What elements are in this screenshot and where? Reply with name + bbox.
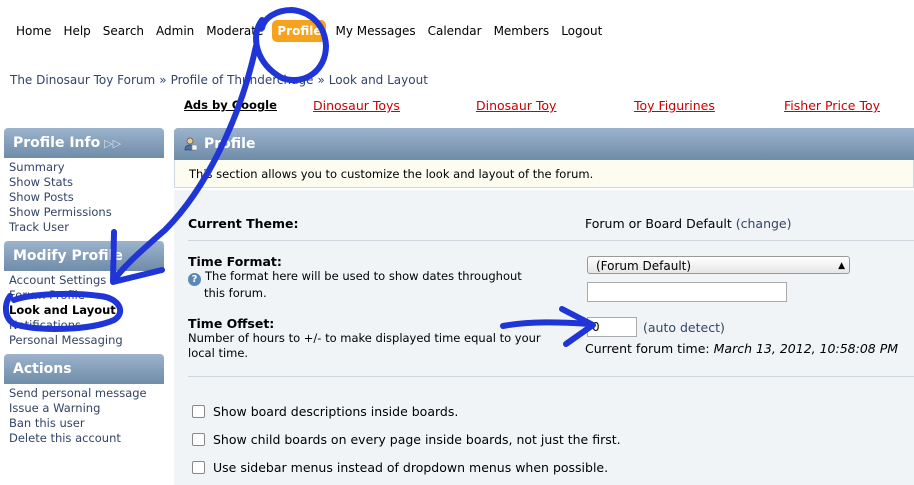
sidebar-item-forum-profile[interactable]: Forum Profile bbox=[9, 288, 164, 303]
divider bbox=[188, 240, 914, 241]
ad-link-fisher-price[interactable]: Fisher Price Toy bbox=[784, 98, 880, 113]
nav-profile[interactable]: Profile bbox=[272, 20, 327, 42]
main-header: Profile bbox=[174, 128, 914, 160]
nav-admin[interactable]: Admin bbox=[150, 21, 200, 41]
time-offset-desc: Number of hours to +/- to make displayed… bbox=[188, 331, 541, 360]
sidebar-item-summary[interactable]: Summary bbox=[9, 160, 164, 175]
ads-by-google-label[interactable]: Ads by Google bbox=[184, 98, 277, 112]
sidebar: Profile Info ▷▷ Summary Show Stats Show P… bbox=[4, 128, 164, 452]
profile-user-icon bbox=[184, 137, 198, 151]
time-offset-input[interactable]: 0 bbox=[587, 317, 637, 337]
time-format-label: Time Format: bbox=[188, 254, 282, 269]
custom-time-format-input[interactable] bbox=[587, 282, 787, 302]
settings-panel: Current Theme: Forum or Board Default (c… bbox=[174, 190, 914, 485]
nav-home[interactable]: Home bbox=[10, 21, 57, 41]
sidebar-item-look-and-layout[interactable]: Look and Layout bbox=[9, 303, 164, 318]
breadcrumb-forum[interactable]: The Dinosaur Toy Forum bbox=[10, 73, 155, 87]
sidebar-item-issue-warning[interactable]: Issue a Warning bbox=[9, 401, 164, 416]
modify-profile-list: Account Settings Forum Profile Look and … bbox=[4, 273, 164, 348]
nav-help[interactable]: Help bbox=[57, 21, 96, 41]
nav-calendar[interactable]: Calendar bbox=[422, 21, 488, 41]
time-offset-label: Time Offset: bbox=[188, 316, 275, 331]
sidebar-header-label: Profile Info bbox=[13, 135, 101, 151]
nav-my-messages[interactable]: My Messages bbox=[329, 21, 421, 41]
change-theme-link[interactable]: (change) bbox=[736, 216, 792, 231]
sidebar-header-label: Modify Profile bbox=[13, 248, 123, 264]
ad-link-dinosaur-toys[interactable]: Dinosaur Toys bbox=[313, 98, 400, 113]
ad-link-dinosaur-toy[interactable]: Dinosaur Toy bbox=[476, 98, 556, 113]
nav-members[interactable]: Members bbox=[488, 21, 556, 41]
show-board-desc-checkbox[interactable] bbox=[192, 405, 205, 418]
sidebar-item-track-user[interactable]: Track User bbox=[9, 220, 164, 235]
sidebar-item-show-permissions[interactable]: Show Permissions bbox=[9, 205, 164, 220]
sidebar-item-account-settings[interactable]: Account Settings bbox=[9, 273, 164, 288]
ad-link-toy-figurines[interactable]: Toy Figurines bbox=[634, 98, 715, 113]
sidebar-item-show-stats[interactable]: Show Stats bbox=[9, 175, 164, 190]
page-title: Profile bbox=[204, 136, 256, 152]
sidebar-header-modify-profile[interactable]: Modify Profile bbox=[4, 241, 164, 271]
breadcrumb-separator: » bbox=[317, 73, 325, 87]
sidebar-header-actions[interactable]: Actions bbox=[4, 354, 164, 384]
current-theme-label: Current Theme: bbox=[188, 216, 299, 231]
double-chevron-icon: ▷▷ bbox=[104, 137, 122, 150]
checkbox-row: Show child boards on every page inside b… bbox=[192, 432, 621, 447]
nav-moderate[interactable]: Moderate bbox=[200, 21, 269, 41]
time-format-select[interactable]: (Forum Default) ▲ bbox=[587, 256, 850, 274]
sidebar-item-show-posts[interactable]: Show Posts bbox=[9, 190, 164, 205]
intro-text: This section allows you to customize the… bbox=[174, 160, 914, 188]
ads-bar: Ads by Google Dinosaur Toys Dinosaur Toy… bbox=[184, 98, 904, 114]
nav-logout[interactable]: Logout bbox=[555, 21, 608, 41]
checkbox-row: Use sidebar menus instead of dropdown me… bbox=[192, 460, 608, 475]
sidebar-menus-checkbox[interactable] bbox=[192, 461, 205, 474]
theme-name: Forum or Board Default bbox=[585, 216, 732, 231]
divider bbox=[188, 376, 914, 377]
breadcrumb: The Dinosaur Toy Forum» Profile of Thunde… bbox=[10, 73, 428, 87]
time-format-desc: ? The format here will be used to show da… bbox=[188, 269, 522, 301]
top-nav: Home Help Search Admin Moderate Profile … bbox=[10, 20, 608, 42]
sidebar-item-personal-messaging[interactable]: Personal Messaging bbox=[9, 333, 164, 348]
sidebar-item-send-pm[interactable]: Send personal message bbox=[9, 386, 164, 401]
profile-info-list: Summary Show Stats Show Posts Show Permi… bbox=[4, 160, 164, 235]
checkbox-row: Show board descriptions inside boards. bbox=[192, 404, 458, 419]
breadcrumb-look-layout[interactable]: Look and Layout bbox=[329, 73, 428, 87]
nav-search[interactable]: Search bbox=[97, 21, 150, 41]
help-icon[interactable]: ? bbox=[188, 273, 201, 286]
current-theme-value: Forum or Board Default (change) bbox=[585, 216, 792, 231]
show-child-boards-checkbox[interactable] bbox=[192, 433, 205, 446]
current-forum-time: Current forum time: March 13, 2012, 10:5… bbox=[585, 341, 899, 356]
sidebar-header-label: Actions bbox=[13, 361, 72, 377]
actions-list: Send personal message Issue a Warning Ba… bbox=[4, 386, 164, 446]
sidebar-header-profile-info[interactable]: Profile Info ▷▷ bbox=[4, 128, 164, 158]
updown-arrow-icon: ▲ bbox=[838, 261, 845, 271]
breadcrumb-profile[interactable]: Profile of Thunderchage bbox=[171, 73, 314, 87]
sidebar-item-notifications[interactable]: Notifications bbox=[9, 318, 164, 333]
sidebar-item-ban-user[interactable]: Ban this user bbox=[9, 416, 164, 431]
auto-detect-link[interactable]: (auto detect) bbox=[643, 320, 725, 335]
breadcrumb-separator: » bbox=[159, 73, 167, 87]
sidebar-item-delete-account[interactable]: Delete this account bbox=[9, 431, 164, 446]
